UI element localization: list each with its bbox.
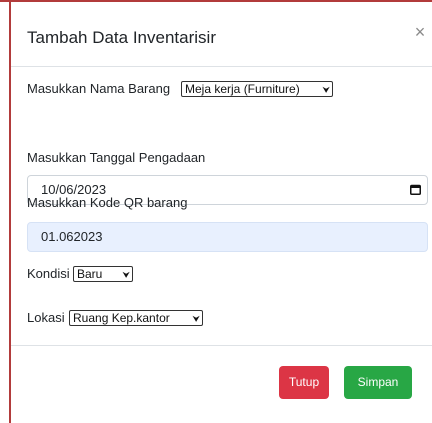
- kode-qr-input[interactable]: 01.062023: [27, 222, 428, 252]
- modal-footer-divider: [11, 345, 432, 346]
- modal-title: Tambah Data Inventarisir: [27, 28, 216, 47]
- nama-barang-label: Masukkan Nama Barang: [27, 81, 171, 96]
- lokasi-selected: Ruang Kep.kantor: [73, 311, 170, 325]
- close-icon: ×: [414, 22, 426, 42]
- tutup-button[interactable]: Tutup: [279, 366, 329, 399]
- kondisi-selected: Baru: [77, 267, 103, 281]
- tanggal-label: Masukkan Tanggal Pengadaan: [27, 150, 206, 165]
- kondisi-label: Kondisi: [27, 266, 70, 281]
- modal-header: Tambah Data Inventarisir ×: [11, 2, 432, 67]
- simpan-button[interactable]: Simpan: [344, 366, 412, 399]
- chevron-down-icon: ⮟: [122, 270, 130, 280]
- kode-qr-value: 01.062023: [41, 229, 103, 244]
- close-button[interactable]: ×: [412, 22, 428, 42]
- nama-barang-selected: Meja kerja (Furniture): [185, 82, 300, 96]
- calendar-icon[interactable]: [410, 184, 421, 195]
- kondisi-select[interactable]: Baru ⮟: [73, 266, 133, 282]
- chevron-down-icon: ⮟: [192, 314, 200, 324]
- lokasi-label: Lokasi: [27, 310, 65, 325]
- lokasi-select[interactable]: Ruang Kep.kantor ⮟: [69, 310, 203, 326]
- chevron-down-icon: ⮟: [322, 85, 330, 95]
- kode-qr-label: Masukkan Kode QR barang: [27, 195, 188, 210]
- nama-barang-select[interactable]: Meja kerja (Furniture) ⮟: [181, 81, 333, 97]
- modal-dialog: Tambah Data Inventarisir × Masukkan Nama…: [11, 2, 432, 423]
